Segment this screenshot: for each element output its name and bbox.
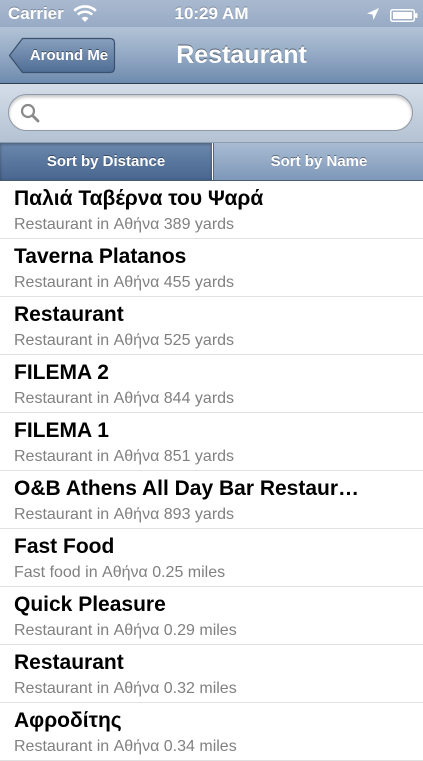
place-detail: Restaurant in Αθήνα 851 yards bbox=[14, 448, 235, 465]
search-icon bbox=[20, 103, 40, 123]
list-item[interactable]: FILEMA 1 Restaurant in Αθήνα 851 yards bbox=[0, 413, 423, 471]
places-list: Παλιά Ταβέρνα του Ψαρά Restaurant in Αθή… bbox=[0, 181, 423, 761]
page-title: Restaurant bbox=[176, 41, 307, 69]
place-name: O&B Athens All Day Bar Restaur… bbox=[14, 477, 360, 500]
search-field[interactable] bbox=[8, 94, 413, 131]
place-name: Αφροδίτης bbox=[14, 709, 122, 732]
place-name: Fast Food bbox=[14, 535, 115, 558]
navigation-bar: Around Me Restaurant bbox=[0, 27, 423, 84]
place-detail: Restaurant in Αθήνα 525 yards bbox=[14, 332, 235, 349]
location-arrow-icon bbox=[366, 6, 380, 20]
place-name: Restaurant bbox=[14, 303, 124, 326]
back-button-label: Around Me bbox=[29, 47, 109, 64]
sort-by-name-button[interactable]: Sort by Name bbox=[213, 143, 423, 180]
list-item[interactable]: Taverna Platanos Restaurant in Αθήνα 455… bbox=[0, 239, 423, 297]
place-name: Quick Pleasure bbox=[14, 593, 166, 616]
place-detail: Restaurant in Αθήνα 0.34 miles bbox=[14, 738, 237, 755]
clock-time: 10:29 AM bbox=[174, 4, 249, 23]
list-item[interactable]: O&B Athens All Day Bar Restaur… Restaura… bbox=[0, 471, 423, 529]
place-name: FILEMA 2 bbox=[14, 361, 109, 384]
place-detail: Restaurant in Αθήνα 455 yards bbox=[14, 274, 235, 291]
list-item[interactable]: Αφροδίτης Restaurant in Αθήνα 0.34 miles bbox=[0, 703, 423, 761]
list-item[interactable]: Fast Food Fast food in Αθήνα 0.25 miles bbox=[0, 529, 423, 587]
list-item[interactable]: Restaurant Restaurant in Αθήνα 525 yards bbox=[0, 297, 423, 355]
search-bar bbox=[0, 84, 423, 143]
list-item[interactable]: Quick Pleasure Restaurant in Αθήνα 0.29 … bbox=[0, 587, 423, 645]
place-name: Taverna Platanos bbox=[14, 245, 187, 268]
battery-icon bbox=[390, 7, 418, 22]
search-input[interactable] bbox=[47, 99, 406, 128]
place-name: Παλιά Ταβέρνα του Ψαρά bbox=[14, 187, 264, 210]
sort-by-distance-button[interactable]: Sort by Distance bbox=[0, 143, 212, 180]
place-detail: Restaurant in Αθήνα 389 yards bbox=[14, 216, 235, 233]
place-detail: Restaurant in Αθήνα 893 yards bbox=[14, 506, 235, 523]
place-name: Restaurant bbox=[14, 651, 124, 674]
list-item[interactable]: Παλιά Ταβέρνα του Ψαρά Restaurant in Αθή… bbox=[0, 181, 423, 239]
place-detail: Restaurant in Αθήνα 0.32 miles bbox=[14, 680, 237, 697]
place-detail: Restaurant in Αθήνα 844 yards bbox=[14, 390, 235, 407]
list-item[interactable]: Restaurant Restaurant in Αθήνα 0.32 mile… bbox=[0, 645, 423, 703]
place-detail: Fast food in Αθήνα 0.25 miles bbox=[14, 564, 226, 581]
sort-segmented-control: Sort by Distance Sort by Name bbox=[0, 143, 423, 181]
place-name: FILEMA 1 bbox=[14, 419, 109, 442]
place-detail: Restaurant in Αθήνα 0.29 miles bbox=[14, 622, 237, 639]
back-button[interactable]: Around Me bbox=[8, 37, 116, 74]
status-bar: Carrier 10:29 AM bbox=[0, 0, 423, 27]
list-item[interactable]: FILEMA 2 Restaurant in Αθήνα 844 yards bbox=[0, 355, 423, 413]
